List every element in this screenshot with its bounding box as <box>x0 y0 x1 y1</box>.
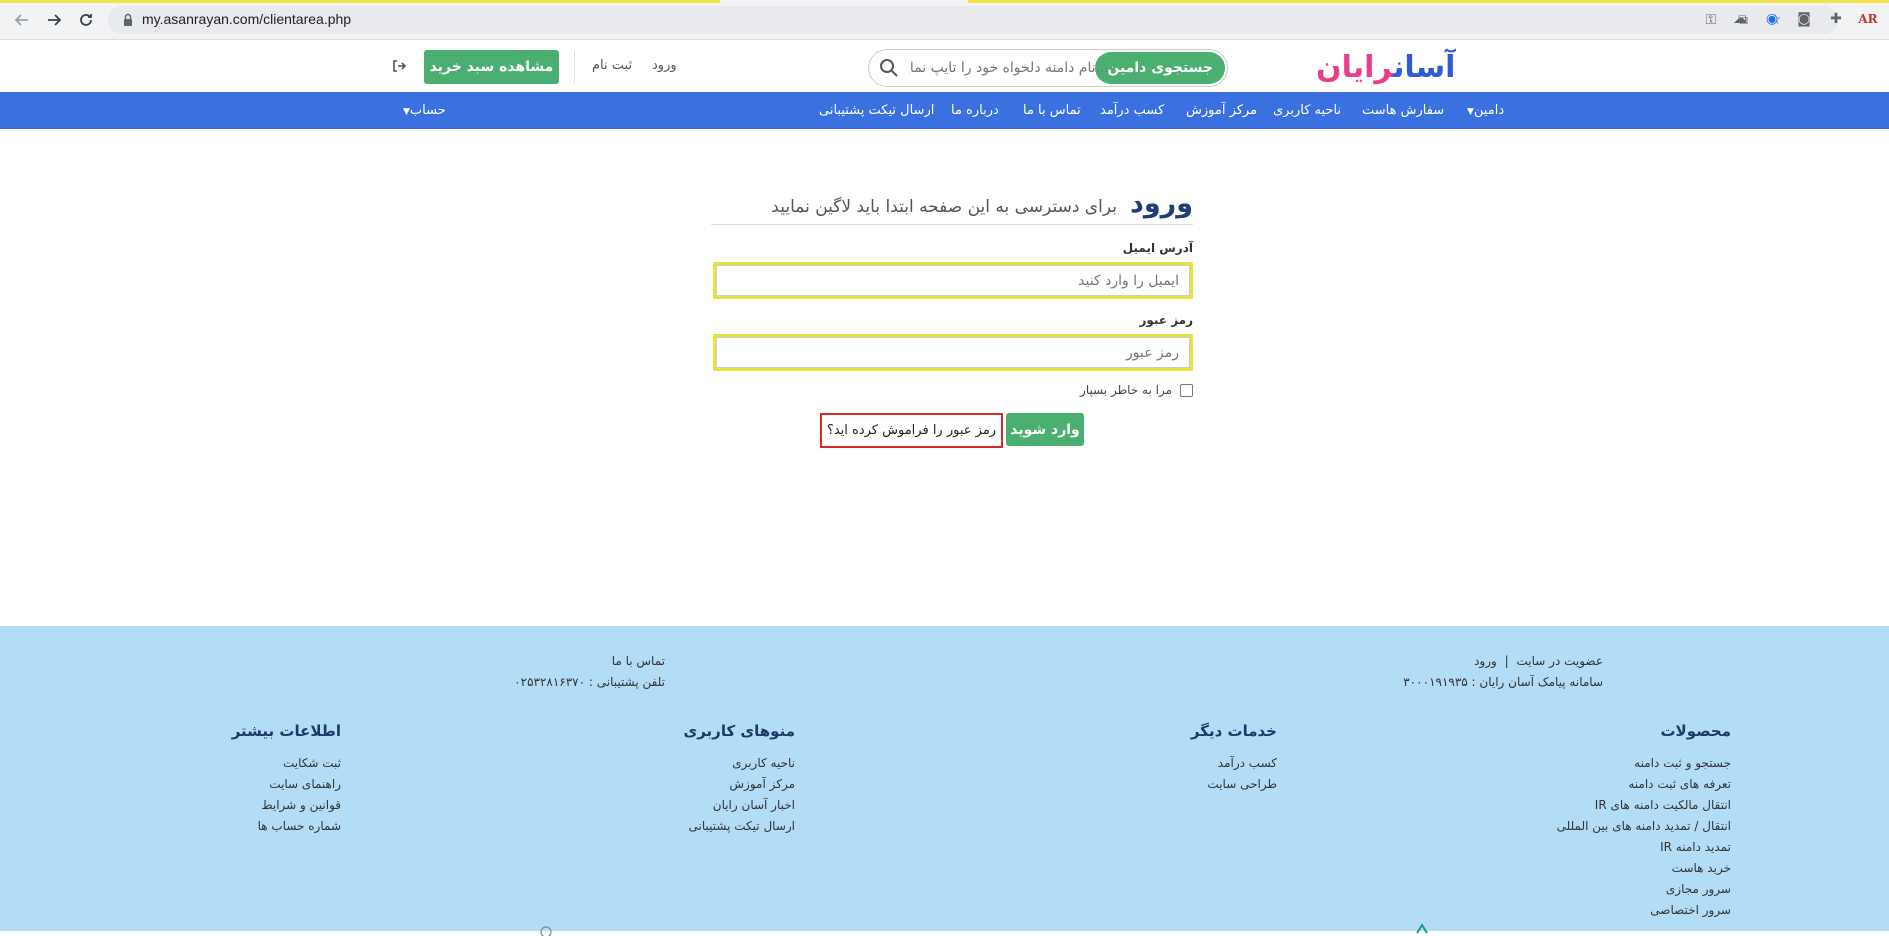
nav-item-earn-money[interactable]: کسب درآمد <box>1100 103 1164 118</box>
caret-down-icon: ▼ <box>403 107 410 117</box>
footer-user-menus-list: ناحیه کاربری مرکز آموزش اخبار آسان رایان… <box>689 753 795 837</box>
footer-link[interactable]: سرور اختصاصی <box>1557 900 1731 921</box>
footer-signup-link[interactable]: عضویت در سایت <box>1517 654 1604 668</box>
footer-link[interactable]: انتقال / تمدید دامنه های بین المللی <box>1557 816 1731 837</box>
footer-products-list: جستجو و ثبت دامنه تعرفه های ثبت دامنه ان… <box>1557 753 1731 921</box>
domain-search-box: جستجوی دامین <box>868 49 1228 87</box>
footer-link[interactable]: ارسال تیکت پشتیبانی <box>689 816 795 837</box>
remember-me: مرا به خاطر بسپار <box>1080 383 1193 397</box>
login-submit-button[interactable]: وارد شوید <box>1006 413 1084 446</box>
extension-cloud-icon[interactable]: ☁ <box>1731 10 1749 28</box>
password-label: رمز عبور <box>1139 313 1193 327</box>
header-login-link[interactable]: ورود <box>652 58 677 73</box>
footer-contact-link[interactable]: تماس با ما <box>612 654 665 668</box>
forgot-password-button[interactable]: رمز عبور را فراموش کرده اید؟ <box>820 413 1003 448</box>
nav-item-learning-center[interactable]: مرکز آموزش <box>1186 103 1257 118</box>
key-icon[interactable]: ⚿ <box>1702 11 1720 29</box>
login-subtitle: برای دسترسی به این صفحه ابتدا باید لاگین… <box>771 197 1117 217</box>
footer-separator: | <box>1504 654 1509 668</box>
footer-link[interactable]: راهنمای سایت <box>258 774 341 795</box>
footer-link[interactable]: سرور مجازی <box>1557 879 1731 900</box>
nav-item-host-order[interactable]: سفارش هاست <box>1362 103 1444 118</box>
nav-item-about[interactable]: درباره ما <box>951 103 999 118</box>
footer-sms-number: سامانه پیامک آسان رایان : ۳۰۰۰۱۹۱۹۳۵ <box>1403 675 1603 689</box>
nav-item-client-area[interactable]: ناحیه کاربری <box>1273 103 1341 118</box>
footer-link[interactable]: ناحیه کاربری <box>689 753 795 774</box>
footer-link[interactable]: شماره حساب ها <box>258 816 341 837</box>
footer-link[interactable]: ثبت شکایت <box>258 753 341 774</box>
footer-link[interactable]: کسب درآمد <box>1207 753 1277 774</box>
footer-services-list: کسب درآمد طراحی سایت <box>1207 753 1277 795</box>
reload-icon[interactable] <box>74 8 98 32</box>
footer-link[interactable]: طراحی سایت <box>1207 774 1277 795</box>
login-title: ورود <box>1130 188 1193 219</box>
site-logo[interactable]: آسانرایان <box>1316 50 1456 85</box>
page-loading-bar <box>0 0 1889 3</box>
footer-user-menus-title: منوهای کاربری <box>683 722 795 740</box>
footer-link[interactable]: اخبار آسان رایان <box>689 795 795 816</box>
main-navbar: ▼دامین سفارش هاست ناحیه کاربری مرکز آموز… <box>0 92 1889 129</box>
nav-item-domain[interactable]: ▼دامین <box>1461 103 1504 118</box>
puzzle-icon[interactable]: ✚ <box>1827 10 1845 28</box>
logout-icon[interactable] <box>392 59 406 73</box>
header-divider <box>574 51 575 83</box>
view-cart-button[interactable]: مشاهده سبد خرید <box>424 50 559 84</box>
footer-more-info-list: ثبت شکایت راهنمای سایت قوانین و شرایط شم… <box>258 753 341 837</box>
remember-me-label: مرا به خاطر بسپار <box>1080 383 1172 397</box>
lock-icon <box>124 13 132 26</box>
extension-circle-icon[interactable]: ◉ <box>1763 10 1781 28</box>
remember-me-checkbox[interactable] <box>1180 383 1193 397</box>
footer-link[interactable]: مرکز آموزش <box>689 774 795 795</box>
footer-membership-row: عضویت در سایت | ورود <box>1474 654 1603 668</box>
footer-link[interactable]: تعرفه های ثبت دامنه <box>1557 774 1731 795</box>
password-field-highlight <box>713 334 1193 371</box>
footer-link[interactable]: قوانین و شرایط <box>258 795 341 816</box>
nav-item-send-ticket[interactable]: ارسال تیکت پشتیبانی <box>819 103 934 118</box>
search-icon[interactable] <box>879 58 899 78</box>
url-text: my.asanrayan.com/clientarea.php <box>142 11 352 27</box>
caret-down-icon: ▼ <box>1467 107 1474 117</box>
header-register-link[interactable]: ثبت نام <box>592 58 632 73</box>
footer-link[interactable]: جستجو و ثبت دامنه <box>1557 753 1731 774</box>
footer-link[interactable]: خرید هاست <box>1557 858 1731 879</box>
footer-link[interactable]: انتقال مالکیت دامنه های IR <box>1557 795 1731 816</box>
footer-products-title: محصولات <box>1660 722 1731 740</box>
email-label: آدرس ایمیل <box>1122 241 1193 255</box>
domain-search-input[interactable] <box>909 58 1109 78</box>
nav-item-account[interactable]: ▼حساب <box>397 103 446 118</box>
footer-seal-icon <box>540 926 552 936</box>
password-field[interactable] <box>716 337 1190 368</box>
camera-icon[interactable]: ◙ <box>1795 10 1813 28</box>
footer-support-phone: تلفن پشتیبانی : ۰۲۵۳۲۸۱۶۳۷۰ <box>514 675 665 689</box>
site-header: آسانرایان جستجوی دامین ورود ثبت نام مشاه… <box>0 40 1889 92</box>
login-divider <box>711 224 1193 225</box>
back-icon[interactable] <box>10 8 34 32</box>
browser-toolbar: my.asanrayan.com/clientarea.php ⚿ ⧉ ☆ ☁ … <box>0 0 1889 40</box>
footer-login-link[interactable]: ورود <box>1474 654 1497 668</box>
login-heading: ورود برای دسترسی به این صفحه ابتدا باید … <box>771 188 1193 219</box>
footer-link[interactable]: تمدید دامنه IR <box>1557 837 1731 858</box>
domain-search-button[interactable]: جستجوی دامین <box>1095 52 1225 84</box>
nav-item-contact[interactable]: تماس با ما <box>1023 103 1081 118</box>
profile-avatar-icon[interactable]: AR <box>1858 10 1877 28</box>
email-field[interactable] <box>716 265 1190 296</box>
email-field-highlight <box>713 262 1193 299</box>
address-bar[interactable]: my.asanrayan.com/clientarea.php ⚿ ⧉ ☆ <box>108 6 1838 34</box>
footer-more-info-title: اطلاعات بیشتر <box>231 722 341 740</box>
site-footer: عضویت در سایت | ورود سامانه پیامک آسان ر… <box>0 626 1889 936</box>
footer-badge-icon <box>1416 923 1428 934</box>
forward-icon[interactable] <box>42 8 66 32</box>
footer-services-title: خدمات دیگر <box>1190 722 1277 740</box>
